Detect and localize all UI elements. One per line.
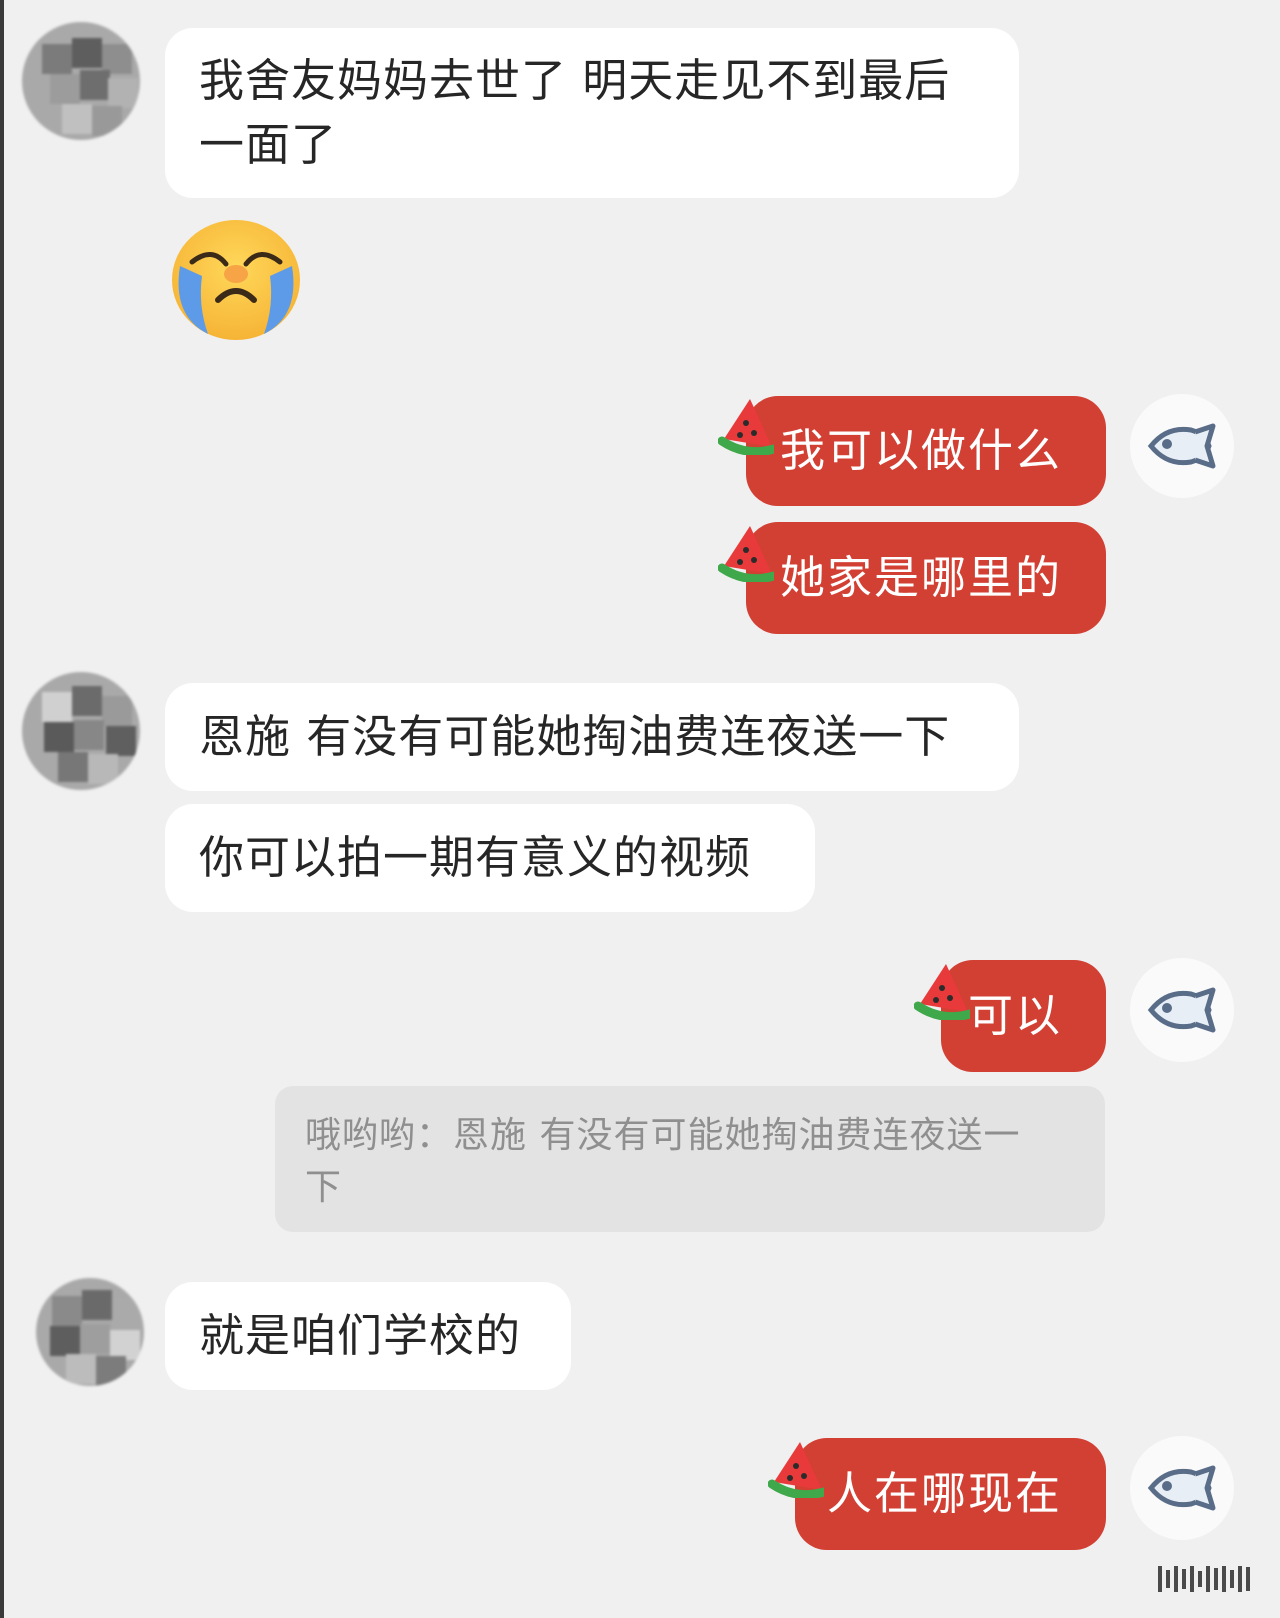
message-bubble[interactable]: 你可以拍一期有意义的视频: [165, 804, 815, 912]
message-text: 我可以做什么: [779, 424, 1062, 477]
message-text: 我舍友妈妈去世了 明天走见不到最后: [199, 54, 951, 107]
my-avatar[interactable]: [1130, 394, 1234, 498]
message-bubble-outgoing[interactable]: 她家是哪里的: [746, 522, 1106, 634]
fish-icon: [1147, 423, 1216, 469]
sender-avatar[interactable]: [22, 22, 140, 140]
sender-avatar[interactable]: [36, 1278, 144, 1386]
message-bubble-outgoing[interactable]: 我可以做什么: [746, 396, 1106, 506]
quote-text: 下: [305, 1167, 343, 1208]
crying-face-icon[interactable]: [168, 216, 304, 344]
message-bubble[interactable]: 我舍友妈妈去世了 明天走见不到最后 一面了: [165, 28, 1019, 198]
fish-icon: [1147, 1465, 1216, 1511]
message-bubble-outgoing[interactable]: 人在哪现在: [795, 1438, 1106, 1550]
watermelon-icon: [768, 1442, 824, 1498]
message-text: 一面了: [199, 118, 338, 171]
my-avatar[interactable]: [1130, 958, 1234, 1062]
sender-avatar[interactable]: [22, 672, 140, 790]
message-bubble[interactable]: 恩施 有没有可能她掏油费连夜送一下: [165, 683, 1019, 791]
window-edge: [0, 0, 4, 1618]
quote-text: 哦哟哟：恩施 有没有可能她掏油费连夜送一: [305, 1115, 1021, 1156]
watermelon-icon: [718, 526, 774, 582]
message-text: 你可以拍一期有意义的视频: [199, 831, 752, 884]
message-text: 她家是哪里的: [779, 551, 1062, 604]
quoted-reply[interactable]: 哦哟哟：恩施 有没有可能她掏油费连夜送一 下: [275, 1086, 1105, 1232]
message-text: 就是咱们学校的: [199, 1309, 522, 1362]
fish-icon: [1147, 987, 1216, 1033]
watermark: [1158, 1566, 1254, 1592]
message-text: 人在哪现在: [826, 1467, 1062, 1520]
my-avatar[interactable]: [1130, 1436, 1234, 1540]
message-text: 可以: [967, 989, 1062, 1042]
message-bubble[interactable]: 就是咱们学校的: [165, 1282, 571, 1390]
message-text: 恩施 有没有可能她掏油费连夜送一下: [199, 710, 951, 763]
watermelon-icon: [914, 964, 970, 1020]
watermelon-icon: [718, 399, 774, 455]
